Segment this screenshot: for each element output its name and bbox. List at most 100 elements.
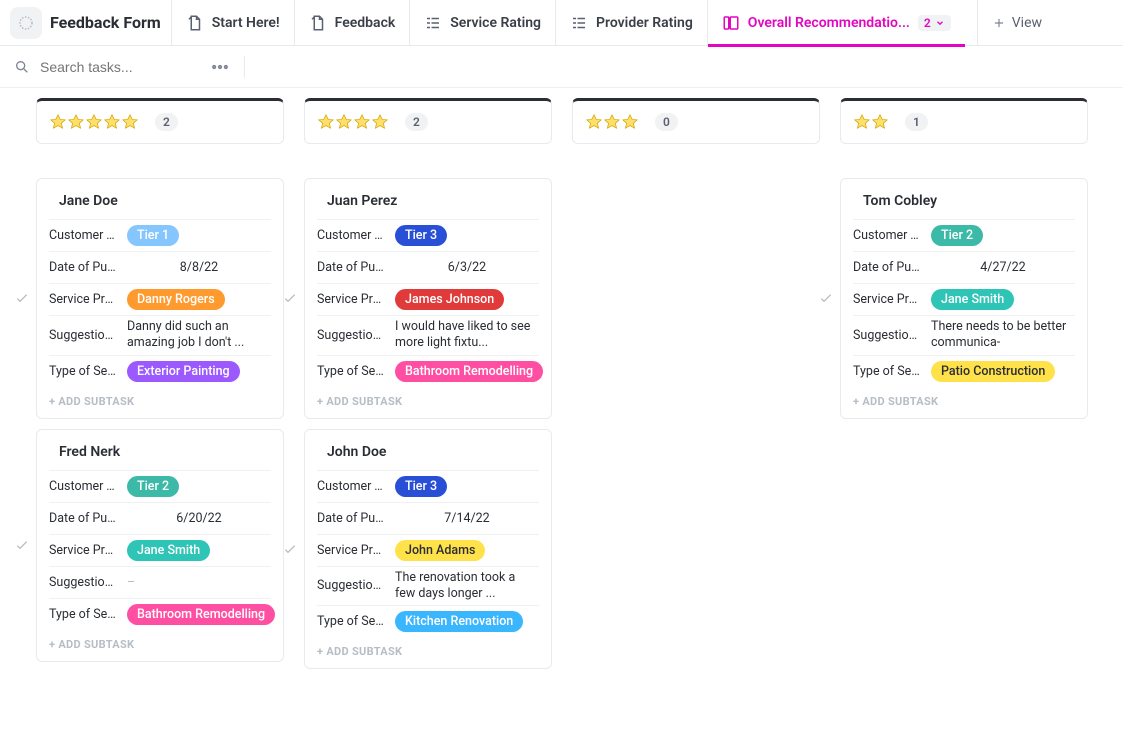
task-check-icon[interactable] [14,290,30,306]
field-value: John Adams [395,540,539,561]
tab-overall-recommendation[interactable]: Overall Recommendatio... 2 [707,0,965,46]
field-suggestions: Suggestion...Danny did such an amazing j… [49,315,271,355]
cards-list: Juan PerezCustomer T...Tier 3Date of Pur… [304,178,552,669]
field-date-of-purchase: Date of Pur... 4/27/22 [853,251,1075,283]
field-value: Jane Smith [127,540,271,561]
field-value: Danny Rogers [127,289,271,310]
provider-chip[interactable]: John Adams [395,540,485,561]
tab-service-rating[interactable]: Service Rating [409,0,555,46]
more-options-icon[interactable] [210,57,230,77]
card-wrap: Fred Nerk Customer T...Tier 2Date of Pur.… [36,429,284,662]
card-wrap: Jane Doe Customer T... Tier 1 Date of Pur..… [36,178,284,419]
provider-chip[interactable]: Jane Smith [931,289,1014,310]
field-date-of-purchase: Date of Pur...6/20/22 [49,502,271,534]
task-check-icon[interactable] [282,541,298,557]
task-check-icon[interactable] [282,290,298,306]
field-value: Bathroom Remodelling [127,604,275,625]
field-value: I would have liked to see more light fix… [395,319,539,352]
column-header[interactable]: 0 [572,98,820,144]
suggestion-text: I would have liked to see more light fix… [395,319,539,352]
space-icon[interactable] [10,7,42,39]
task-card[interactable]: John Doe Customer T... Tier 3 Date of Pur..… [304,429,552,670]
field-value: Patio Construction [931,361,1075,382]
star-rating [317,113,389,131]
field-type-of-service: Type of Ser...Bathroom Remodelling [317,355,539,387]
task-card[interactable]: Tom CobleyCustomer T...Tier 2Date of Pur… [840,178,1088,419]
tab-label: Overall Recommendatio... [748,15,910,31]
column-count: 2 [155,113,178,131]
tier-chip[interactable]: Tier 2 [931,225,983,246]
card-title: Jane Doe [59,193,271,209]
field-label: Customer T... [49,228,119,243]
task-card[interactable]: Jane Doe Customer T... Tier 1 Date of Pur..… [36,178,284,419]
provider-chip[interactable]: James Johnson [395,289,504,310]
tier-chip[interactable]: Tier 3 [395,476,447,497]
field-label: Service Pro... [49,543,119,558]
add-subtask-button[interactable]: + ADD SUBTASK [853,387,1075,410]
cards-list: Jane Doe Customer T... Tier 1 Date of Pur..… [36,178,284,662]
field-value: There needs to be better communica- [931,319,1075,352]
task-check-icon[interactable] [14,537,30,553]
field-value: Tier 3 [395,225,539,246]
field-value: 8/8/22 [127,260,271,275]
add-subtask-button[interactable]: + ADD SUBTASK [317,387,539,410]
field-value: 4/27/22 [931,260,1075,275]
star-rating [853,113,889,131]
task-card[interactable]: Juan PerezCustomer T...Tier 3Date of Pur… [304,178,552,419]
column-header[interactable]: 1 [840,98,1088,144]
field-label: Type of Ser... [853,364,923,379]
add-subtask-button[interactable]: + ADD SUBTASK [49,630,271,653]
service-chip[interactable]: Patio Construction [931,361,1055,382]
suggestion-text: There needs to be better communica- [931,319,1075,352]
field-service-provider: Service Pro... James Johnson [317,283,539,315]
suggestion-empty: – [127,575,135,590]
field-service-provider: Service Pro...Danny Rogers [49,283,271,315]
field-type-of-service: Type of Ser... Kitchen Renovation [317,605,539,637]
field-customer-tier: Customer T...Tier 2 [49,470,271,502]
field-customer-tier: Customer T...Tier 3 [317,219,539,251]
field-label: Customer T... [317,479,387,494]
column-header[interactable]: 2 [304,98,552,144]
card-title: John Doe [327,444,539,460]
tier-chip[interactable]: Tier 3 [395,225,447,246]
add-subtask-button[interactable]: + ADD SUBTASK [317,637,539,660]
tab-provider-rating[interactable]: Provider Rating [555,0,707,46]
field-label: Type of Ser... [317,614,387,629]
field-value: Danny did such an amazing job I don't ..… [127,319,271,352]
add-view-button[interactable]: View [977,0,1056,46]
column-header[interactable]: 2 [36,98,284,144]
field-value: James Johnson [395,289,539,310]
board-column: 2 Juan PerezCustomer T...Tier 3Date of Pu… [304,98,552,669]
service-chip[interactable]: Bathroom Remodelling [395,361,543,382]
field-label: Service Pro... [317,292,387,307]
tab-start-here[interactable]: Start Here! [171,0,294,46]
service-chip[interactable]: Kitchen Renovation [395,611,523,632]
field-label: Suggestion... [317,578,387,593]
tab-count[interactable]: 2 [918,15,951,31]
service-chip[interactable]: Bathroom Remodelling [127,604,275,625]
search-icon [14,59,30,75]
field-label: Date of Pur... [853,260,923,275]
service-chip[interactable]: Exterior Painting [127,361,240,382]
field-value: Kitchen Renovation [395,611,539,632]
field-date-of-purchase: Date of Pur...8/8/22 [49,251,271,283]
provider-chip[interactable]: Jane Smith [127,540,210,561]
card-title: Fred Nerk [59,444,271,460]
field-value: Tier 1 [127,225,271,246]
board-column: 0 [572,98,820,669]
tier-chip[interactable]: Tier 1 [127,225,179,246]
task-check-icon[interactable] [818,290,834,306]
field-value: The renovation took a few days longer ..… [395,570,539,603]
field-label: Service Pro... [853,292,923,307]
field-date-of-purchase: Date of Pur...6/3/22 [317,251,539,283]
task-card[interactable]: Fred Nerk Customer T...Tier 2Date of Pur.… [36,429,284,662]
field-date-of-purchase: Date of Pur...7/14/22 [317,502,539,534]
add-subtask-button[interactable]: + ADD SUBTASK [49,387,271,410]
column-count: 0 [655,113,678,131]
tier-chip[interactable]: Tier 2 [127,476,179,497]
tab-feedback[interactable]: Feedback [294,0,410,46]
search-input[interactable] [40,59,200,75]
field-value: Jane Smith [931,289,1075,310]
provider-chip[interactable]: Danny Rogers [127,289,225,310]
suggestion-text: The renovation took a few days longer ..… [395,570,539,603]
